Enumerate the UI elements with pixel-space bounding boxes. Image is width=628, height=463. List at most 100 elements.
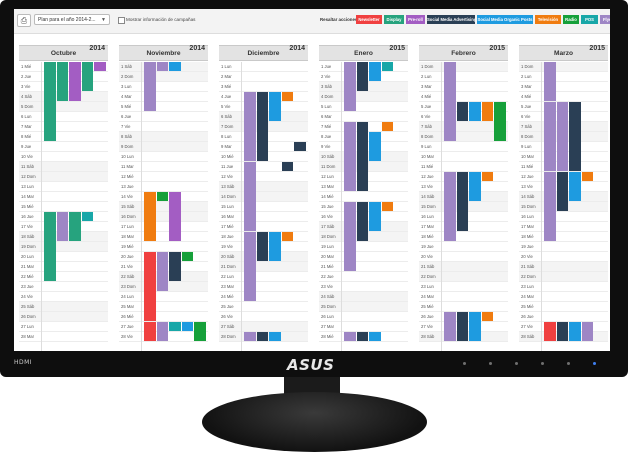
action-chip-social-media-organic-posts[interactable]: Social Media Organic Posts xyxy=(477,15,533,24)
action-chip-newsletter[interactable]: Newsletter xyxy=(356,15,382,24)
action-bar-flyer[interactable] xyxy=(244,162,256,231)
volume-button[interactable] xyxy=(515,362,518,365)
action-bar-newsletter[interactable] xyxy=(544,322,556,341)
action-bar-display[interactable] xyxy=(44,62,56,141)
action-bar-pos[interactable] xyxy=(381,62,393,71)
action-bar-flyer[interactable] xyxy=(244,332,256,341)
action-bar-social-media-organic-posts[interactable] xyxy=(469,172,481,201)
action-chip-flyer[interactable]: Flyer xyxy=(600,15,610,24)
action-bar-flyer[interactable] xyxy=(544,172,556,241)
action-bar-televisi-n[interactable] xyxy=(381,202,393,211)
action-bar-social-media-advertising[interactable] xyxy=(294,142,306,151)
action-bar-newsletter[interactable] xyxy=(144,252,156,321)
action-bar-flyer[interactable] xyxy=(581,322,593,341)
action-bar-social-media-organic-posts[interactable] xyxy=(469,102,481,121)
action-bar-flyer[interactable] xyxy=(56,212,68,241)
day-label: 5 Lun xyxy=(321,104,332,109)
action-bar-flyer[interactable] xyxy=(344,62,356,111)
action-bar-social-media-organic-posts[interactable] xyxy=(269,92,281,121)
action-bar-flyer[interactable] xyxy=(156,322,168,341)
action-bar-radio[interactable] xyxy=(194,322,206,341)
day-label: 19 Lun xyxy=(321,244,334,249)
action-bar-flyer[interactable] xyxy=(344,202,356,271)
brightness-button[interactable] xyxy=(489,362,492,365)
action-bar-flyer[interactable] xyxy=(156,62,168,71)
print-button[interactable]: ⎙ xyxy=(17,14,31,27)
day-label: 1 Lun xyxy=(221,64,232,69)
action-bar-pos[interactable] xyxy=(81,212,93,221)
action-bar-social-media-advertising[interactable] xyxy=(569,102,581,171)
action-chip-pos[interactable]: POS xyxy=(581,15,598,24)
action-chip-pre-roll[interactable]: Pre-roll xyxy=(406,15,425,24)
action-bar-social-media-organic-posts[interactable] xyxy=(469,312,481,341)
action-bar-flyer[interactable] xyxy=(444,172,456,241)
action-bar-radio[interactable] xyxy=(494,102,506,141)
action-bar-flyer[interactable] xyxy=(156,252,168,291)
action-bar-social-media-organic-posts[interactable] xyxy=(569,172,581,201)
action-bar-televisi-n[interactable] xyxy=(481,172,493,181)
action-bar-pre-roll[interactable] xyxy=(94,62,106,71)
action-bar-social-media-advertising[interactable] xyxy=(356,122,368,191)
action-bar-social-media-advertising[interactable] xyxy=(456,172,468,231)
action-bar-social-media-advertising[interactable] xyxy=(169,252,181,281)
action-bar-social-media-organic-posts[interactable] xyxy=(369,62,381,81)
action-bar-display[interactable] xyxy=(81,62,93,91)
action-bar-radio[interactable] xyxy=(156,192,168,201)
action-bar-social-media-advertising[interactable] xyxy=(256,92,268,161)
action-bar-social-media-advertising[interactable] xyxy=(281,162,293,171)
input-button[interactable] xyxy=(541,362,544,365)
show-campaign-checkbox[interactable] xyxy=(118,17,125,24)
action-bar-pre-roll[interactable] xyxy=(169,192,181,241)
action-bar-social-media-advertising[interactable] xyxy=(356,332,368,341)
action-chip-display[interactable]: Display xyxy=(384,15,404,24)
action-bar-newsletter[interactable] xyxy=(144,322,156,341)
action-bar-pre-roll[interactable] xyxy=(69,62,81,101)
action-bar-flyer[interactable] xyxy=(544,62,556,101)
action-bar-flyer[interactable] xyxy=(444,62,456,141)
action-chip-social-media-advertising[interactable]: Social Media Advertising xyxy=(427,15,475,24)
action-bar-pos[interactable] xyxy=(169,322,181,331)
menu-button[interactable] xyxy=(463,362,466,365)
action-bar-social-media-advertising[interactable] xyxy=(456,102,468,121)
action-bar-social-media-organic-posts[interactable] xyxy=(369,202,381,231)
action-bar-flyer[interactable] xyxy=(244,232,256,301)
action-bar-flyer[interactable] xyxy=(344,332,356,341)
action-bar-flyer[interactable] xyxy=(544,102,556,171)
action-bar-social-media-organic-posts[interactable] xyxy=(369,132,381,161)
action-bar-flyer[interactable] xyxy=(444,312,456,341)
action-bar-social-media-organic-posts[interactable] xyxy=(269,332,281,341)
action-bar-flyer[interactable] xyxy=(244,92,256,161)
action-bar-flyer[interactable] xyxy=(556,102,568,171)
action-bar-radio[interactable] xyxy=(181,252,193,261)
action-bar-social-media-advertising[interactable] xyxy=(456,312,468,341)
action-bar-televisi-n[interactable] xyxy=(381,122,393,131)
action-bar-televisi-n[interactable] xyxy=(144,192,156,241)
action-chip-radio[interactable]: Radio xyxy=(563,15,579,24)
action-bar-social-media-organic-posts[interactable] xyxy=(181,322,193,331)
plan-select[interactable]: Plan para el año 2014-2... ▼ xyxy=(34,14,110,25)
action-bar-social-media-advertising[interactable] xyxy=(356,62,368,91)
action-bar-display[interactable] xyxy=(56,62,68,101)
action-bar-social-media-advertising[interactable] xyxy=(556,322,568,341)
action-bar-televisi-n[interactable] xyxy=(481,102,493,121)
action-bar-flyer[interactable] xyxy=(344,122,356,191)
power-button[interactable] xyxy=(593,362,596,365)
action-bar-social-media-advertising[interactable] xyxy=(556,172,568,211)
action-bar-social-media-organic-posts[interactable] xyxy=(169,62,181,71)
action-bar-televisi-n[interactable] xyxy=(581,172,593,181)
action-bar-social-media-advertising[interactable] xyxy=(356,202,368,241)
action-bar-social-media-organic-posts[interactable] xyxy=(269,232,281,261)
action-bar-televisi-n[interactable] xyxy=(281,92,293,101)
action-bar-televisi-n[interactable] xyxy=(481,312,493,321)
action-bar-social-media-organic-posts[interactable] xyxy=(569,322,581,341)
action-bar-social-media-organic-posts[interactable] xyxy=(369,332,381,341)
action-bar-social-media-advertising[interactable] xyxy=(256,232,268,261)
action-bar-display[interactable] xyxy=(69,212,81,241)
day-label: 1 Dom xyxy=(521,64,534,69)
action-bar-display[interactable] xyxy=(44,212,56,281)
action-bar-social-media-advertising[interactable] xyxy=(256,332,268,341)
action-bar-televisi-n[interactable] xyxy=(281,232,293,241)
action-chip-televisi-n[interactable]: Televisión xyxy=(535,15,561,24)
auto-button[interactable] xyxy=(567,362,570,365)
action-bar-flyer[interactable] xyxy=(144,62,156,111)
